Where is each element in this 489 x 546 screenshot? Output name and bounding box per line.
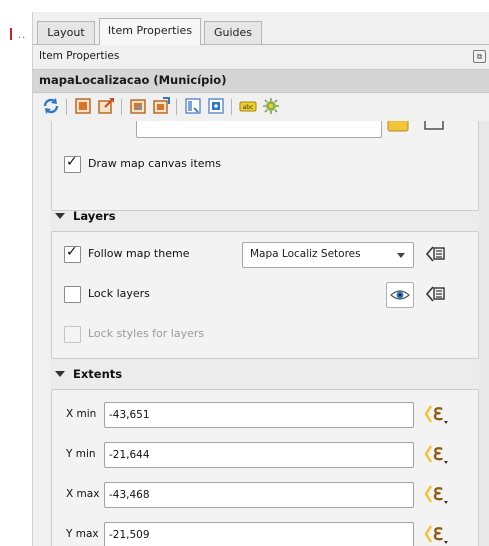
extents-section-header[interactable]: Extents — [55, 367, 122, 381]
xmin-expression-icon[interactable]: ℇ — [424, 403, 450, 425]
xmax-input[interactable] — [105, 483, 413, 507]
properties-scroll-area[interactable]: Draw map canvas items Layers Follow map … — [51, 121, 481, 546]
tab-bar: Layout Item Properties Guides — [33, 12, 489, 45]
lock-layers-checkbox[interactable] — [64, 286, 81, 303]
chevron-down-icon — [397, 253, 405, 258]
data-defined-override-icon[interactable] — [387, 121, 409, 132]
map-theme-select[interactable]: Mapa Localiz Setores — [242, 242, 414, 268]
vertical-scrollbar[interactable] — [479, 121, 489, 546]
tab-item-properties[interactable]: Item Properties — [99, 18, 201, 45]
collapse-triangle-icon — [55, 370, 65, 377]
lock-icon[interactable] — [128, 96, 148, 116]
xmax-label: X max — [66, 488, 100, 500]
xmin-field[interactable] — [104, 402, 414, 428]
extents-group: X min ℇ Y min ℇ — [51, 389, 479, 546]
export-icon[interactable] — [96, 96, 116, 116]
toolbar-separator — [121, 99, 122, 115]
theme-data-defined-icon[interactable] — [424, 245, 446, 263]
ymax-input[interactable] — [105, 523, 413, 546]
lock-layers-label: Lock layers — [88, 287, 150, 300]
toolbar-separator — [231, 99, 232, 115]
svg-text:ℇ: ℇ — [433, 525, 443, 545]
refresh-icon[interactable] — [41, 96, 61, 116]
label-icon[interactable]: abc — [238, 96, 258, 116]
ymax-label: Y max — [66, 528, 99, 540]
map-theme-value: Mapa Localiz Setores — [250, 248, 361, 260]
canvas-red-marker — [10, 28, 12, 40]
draw-canvas-items-checkbox[interactable] — [64, 154, 81, 173]
item-title: mapaLocalizacao (Município) — [39, 73, 227, 87]
atlas-icon[interactable] — [261, 96, 281, 116]
xmin-input[interactable] — [105, 403, 413, 427]
item-properties-panel: Layout Item Properties Guides Item Prope… — [32, 12, 489, 546]
set-extent-icon[interactable] — [151, 96, 171, 116]
main-properties-group: Draw map canvas items — [51, 121, 479, 211]
toolbar-separator — [66, 99, 67, 115]
canvas-dots: .. — [18, 30, 27, 41]
ymin-expression-icon[interactable]: ℇ — [424, 443, 450, 465]
layers-section-header[interactable]: Layers — [55, 209, 116, 223]
panel-title: Item Properties — [39, 50, 120, 62]
xmin-label: X min — [66, 408, 97, 420]
toolbar-separator — [176, 99, 177, 115]
ymax-expression-icon[interactable]: ℇ — [424, 523, 450, 545]
svg-text:ℇ: ℇ — [433, 485, 443, 505]
ymin-input[interactable] — [105, 443, 413, 467]
map-settings-combo[interactable] — [136, 121, 382, 138]
layers-group: Follow map theme Mapa Localiz Setores Lo… — [51, 231, 479, 359]
ymin-label: Y min — [66, 448, 96, 460]
follow-map-theme-checkbox[interactable] — [64, 244, 81, 263]
lock-styles-checkbox[interactable] — [64, 326, 81, 343]
float-panel-icon[interactable]: ⧉ — [473, 50, 486, 63]
panel-header: Item Properties ⧉ — [33, 45, 489, 67]
xmax-expression-icon[interactable]: ℇ — [424, 483, 450, 505]
canvas-edge: .. — [0, 0, 32, 546]
lock-styles-label: Lock styles for layers — [88, 327, 205, 340]
svg-text:abc: abc — [243, 104, 254, 111]
draw-canvas-items-label: Draw map canvas items — [88, 157, 221, 170]
collapse-triangle-icon — [55, 212, 65, 219]
lock-layers-data-defined-icon[interactable] — [424, 285, 446, 303]
ymin-field[interactable] — [104, 442, 414, 468]
ymax-field[interactable] — [104, 522, 414, 546]
view-extent-icon[interactable] — [206, 96, 226, 116]
eye-icon[interactable] — [386, 282, 414, 308]
zoom-to-item-icon[interactable] — [73, 96, 93, 116]
map-item-toolbar: abc — [33, 94, 489, 120]
xmax-field[interactable] — [104, 482, 414, 508]
tab-guides[interactable]: Guides — [204, 21, 262, 44]
extra-options-icon[interactable] — [424, 121, 446, 132]
follow-map-theme-label: Follow map theme — [88, 247, 190, 260]
item-name-header: mapaLocalizacao (Município) — [33, 69, 489, 93]
svg-text:ℇ: ℇ — [433, 445, 443, 465]
svg-text:ℇ: ℇ — [433, 405, 443, 425]
extents-section-title: Extents — [73, 367, 123, 381]
layers-section-title: Layers — [73, 209, 116, 223]
map-canvas-icon[interactable] — [183, 96, 203, 116]
tab-layout[interactable]: Layout — [37, 21, 95, 44]
